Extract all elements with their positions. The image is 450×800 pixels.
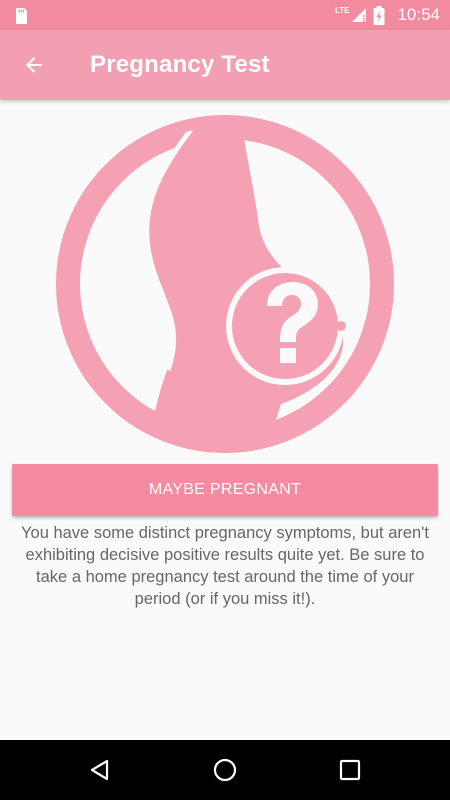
navigation-bar [0,740,450,800]
network-type: LTE [334,5,350,15]
back-triangle-icon[interactable] [88,758,112,782]
clock: 10:54 [397,5,440,24]
arrow-left-icon[interactable] [22,53,46,77]
status-icons: LTE 10:54 [335,0,440,30]
signal-icon [352,8,367,22]
page-title: Pregnancy Test [90,51,270,78]
app-bar: Pregnancy Test [0,30,450,100]
result-description: You have some distinct pregnancy symptom… [21,524,429,608]
status-bar: LTE 10:54 [0,0,450,30]
result-button[interactable]: MAYBE PREGNANT [12,464,438,516]
battery-icon [373,5,385,25]
pregnant-belly-question-icon [56,115,394,453]
home-circle-icon[interactable] [213,758,237,782]
sd-card-icon [16,8,27,24]
recents-square-icon[interactable] [338,758,362,782]
